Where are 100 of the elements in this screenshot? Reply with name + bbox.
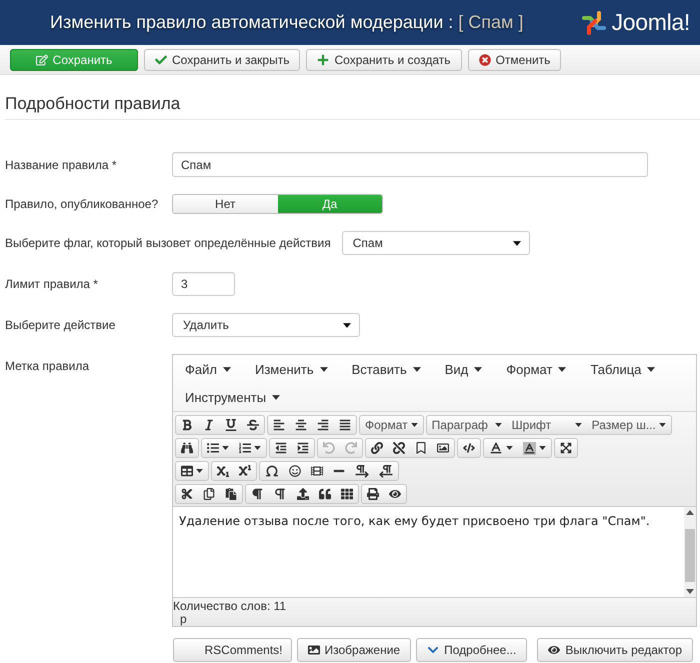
underline-icon (225, 419, 237, 431)
caret-down-icon (512, 240, 521, 246)
strikethrough-icon (247, 419, 259, 431)
text-input[interactable]: Спам (172, 152, 648, 177)
binoculars-icon (181, 442, 193, 454)
word-count: Количество слов: 11 (173, 600, 286, 613)
cancel-button[interactable]: Отменить (468, 48, 562, 70)
highlight-color-icon (523, 442, 536, 454)
grid-icon (341, 488, 353, 500)
menu-item[interactable]: Таблица (578, 355, 668, 383)
caret-down-icon (474, 366, 482, 372)
eye-icon (389, 488, 401, 500)
cancel-icon (478, 54, 491, 66)
outdent-icon (275, 442, 287, 454)
link-icon (371, 442, 383, 454)
field-label: Название правила * (5, 158, 117, 172)
caret-down-icon (222, 366, 231, 372)
printer-icon (367, 488, 379, 500)
editor-text: Удаление отзыва после того, как ему будет присвоено три флага "Спам". (178, 513, 651, 530)
field-label: Выберите действие (5, 318, 116, 332)
caret-down-icon (558, 366, 566, 372)
scrollbar[interactable] (684, 507, 696, 597)
plugin-button[interactable]: RSComments! (173, 638, 292, 662)
omega-icon (265, 464, 279, 478)
field-label: Лимит правила * (5, 277, 98, 291)
format-dropdown[interactable]: Шрифт (506, 416, 587, 434)
fullscreen-icon (560, 442, 572, 454)
edit-icon (36, 54, 48, 66)
redo-icon (345, 442, 357, 454)
save-close-button[interactable]: Сохранить и закрыть (144, 48, 300, 70)
numbered-list-icon (239, 442, 251, 454)
menu-item[interactable]: Файл (173, 355, 243, 383)
clipboard-icon (225, 488, 237, 500)
pilcrow-icon (251, 488, 263, 500)
film-icon (311, 465, 323, 477)
indent-icon (297, 442, 309, 454)
format-dropdown[interactable]: Параграф (426, 416, 507, 434)
eye-icon (548, 644, 560, 656)
align-center-icon (295, 419, 307, 431)
toggle-editor-button[interactable]: Выключить редактор (537, 638, 693, 662)
table-icon (181, 465, 193, 477)
caret-down-icon (494, 423, 502, 427)
number-input[interactable]: 3 (172, 272, 235, 296)
check-icon (155, 54, 167, 66)
align-left-icon (273, 419, 285, 431)
quote-icon (319, 488, 331, 500)
insert-image-button[interactable]: Изображение (296, 638, 412, 662)
scissors-icon (181, 488, 193, 500)
field-label: Метка правила (5, 359, 90, 373)
pilcrow-left-icon (379, 464, 393, 478)
switch-option[interactable]: Нет (173, 195, 278, 213)
save-new-button[interactable]: Сохранить и создать (306, 48, 462, 70)
caret-down-icon (574, 423, 582, 427)
align-right-icon (317, 419, 329, 431)
copy-icon (203, 488, 215, 500)
read-more-button[interactable]: Подробнее... (416, 638, 528, 662)
page-title: Изменить правило автоматической модерации : (50, 12, 454, 33)
bullet-list-icon (207, 442, 219, 454)
format-menu-button[interactable]: Формат (360, 416, 423, 434)
code-icon (463, 442, 475, 454)
chevron-down-icon (427, 644, 440, 656)
menu-item[interactable]: Вставить (340, 355, 433, 383)
menu-item[interactable]: Вид (432, 355, 494, 383)
bookmark-icon (415, 442, 427, 454)
caret-down-icon (658, 423, 666, 427)
superscript-icon (239, 465, 251, 477)
smiley-icon (289, 465, 301, 477)
pilcrow-icon (273, 487, 287, 501)
element-path: p (180, 613, 187, 626)
image-icon (437, 442, 449, 454)
bold-icon (181, 419, 193, 431)
menu-item[interactable]: Изменить (242, 355, 340, 383)
text-color-icon (489, 441, 503, 455)
align-justify-icon (339, 419, 351, 431)
logo-text: Joomla! (612, 9, 690, 36)
menu-item[interactable]: Формат (494, 355, 578, 383)
subscript-icon (217, 465, 229, 477)
caret-down-icon (647, 366, 656, 372)
image-icon (308, 644, 320, 656)
scrollbar-thumb[interactable] (685, 529, 695, 582)
caret-down-icon (343, 322, 351, 328)
upload-icon (297, 488, 309, 500)
field-label: Выберите флаг, который вызовет определённые действия (5, 236, 331, 250)
record-name: [ Спам ] (458, 12, 524, 33)
caret-down-icon (272, 394, 280, 400)
caret-down-icon (412, 366, 421, 372)
broken-link-icon (393, 442, 405, 454)
pilcrow-right-icon (355, 464, 369, 478)
field-label: Правило, опубликованное? (5, 197, 158, 211)
dropdown-select[interactable]: Спам (342, 231, 530, 255)
logo-emblem-icon (580, 8, 608, 36)
plus-icon (317, 54, 330, 66)
menu-item[interactable]: Инструменты (173, 383, 292, 411)
italic-icon (203, 419, 215, 431)
dropdown-select[interactable]: Удалить (172, 313, 360, 337)
section-title: Подробности правила (5, 93, 180, 115)
format-dropdown[interactable]: Размер ш... (586, 416, 671, 434)
caret-down-icon (410, 423, 418, 427)
caret-down-icon (320, 366, 328, 372)
undo-icon (323, 442, 335, 454)
